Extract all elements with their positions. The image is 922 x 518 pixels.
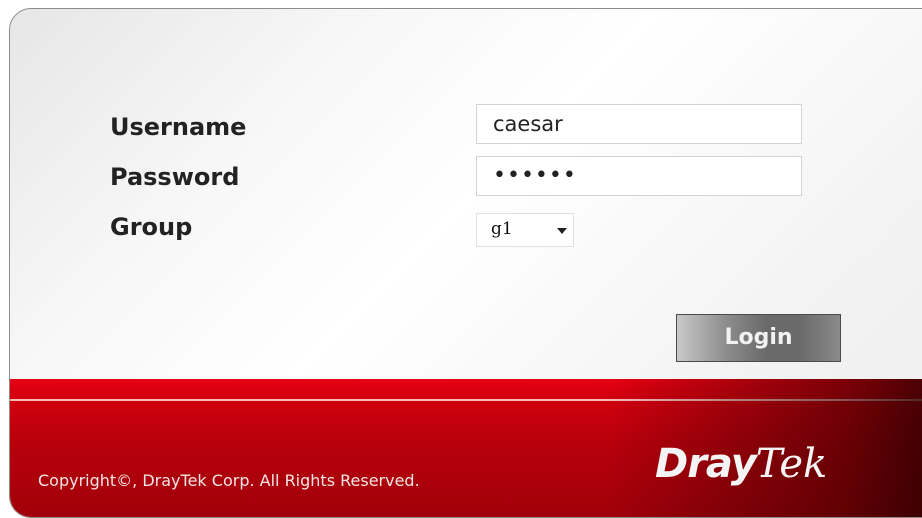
username-input[interactable]: [476, 104, 802, 144]
username-label: Username: [110, 113, 247, 141]
draytek-logo: DrayTek: [655, 441, 827, 487]
copyright-text: Copyright©, DrayTek Corp. All Rights Res…: [38, 471, 420, 490]
password-input[interactable]: ••••••: [476, 156, 802, 196]
footer-bar: Copyright©, DrayTek Corp. All Rights Res…: [10, 379, 922, 517]
logo-text-tek: Tek: [755, 441, 828, 487]
group-select-value: g1: [491, 219, 513, 239]
chevron-down-icon: [557, 228, 567, 234]
logo-text-dray: Dray: [655, 441, 757, 487]
password-label: Password: [110, 163, 240, 191]
login-button[interactable]: Login: [676, 314, 841, 362]
login-panel: Username Password •••••• Group g1 Login …: [9, 8, 922, 518]
group-select[interactable]: g1: [476, 213, 574, 247]
group-label: Group: [110, 213, 193, 241]
